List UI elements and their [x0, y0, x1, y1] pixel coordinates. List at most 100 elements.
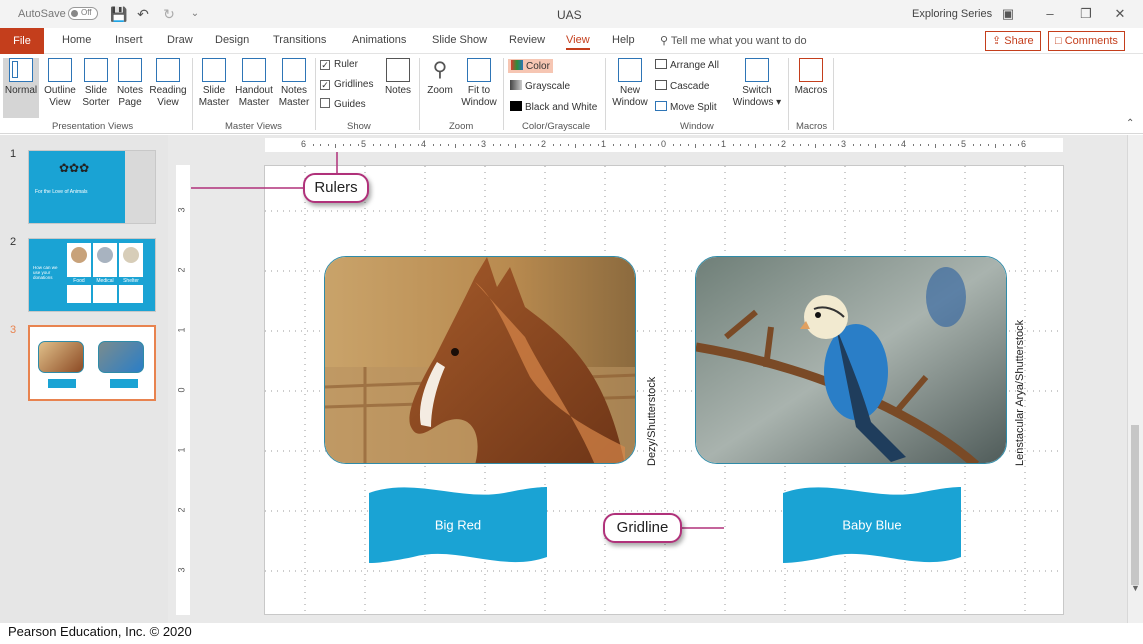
thumb-photo — [123, 247, 139, 263]
ruler-tick-mark — [987, 144, 989, 146]
switch-windows-button[interactable]: Switch Windows ▾ — [732, 58, 782, 109]
scroll-down-icon[interactable]: ▼ — [1131, 583, 1140, 593]
notes-master-button[interactable]: Notes Master — [276, 58, 312, 109]
macros-button[interactable]: Macros — [793, 58, 829, 97]
ruler-tick-mark — [732, 144, 734, 146]
color-button[interactable]: Color — [508, 59, 553, 73]
notes-button[interactable]: Notes — [382, 58, 414, 97]
horse-photo[interactable] — [324, 256, 636, 464]
tab-design[interactable]: Design — [215, 34, 249, 46]
slide-thumbnail-2[interactable]: How can we use your donations Food Medic… — [28, 238, 156, 312]
check-icon: ✓ — [320, 60, 330, 70]
move-split-button[interactable]: Move Split — [655, 101, 717, 113]
ruler-tick-mark — [837, 144, 839, 146]
outline-view-button[interactable]: Outline View — [42, 58, 78, 109]
ruler-tick-mark — [380, 144, 381, 146]
restore-icon[interactable]: ❐ — [1076, 4, 1096, 24]
gridlines-checkbox[interactable]: ✓ Gridlines — [320, 79, 373, 90]
parakeet-photo-credit: Lenstacular Arya/Shutterstock — [1014, 319, 1026, 466]
vertical-ruler[interactable]: 3 2 1 0 1 2 3 — [176, 165, 190, 615]
tab-home[interactable]: Home — [62, 34, 91, 46]
guides-checkbox[interactable]: Guides — [320, 98, 366, 110]
tab-transitions[interactable]: Transitions — [273, 34, 326, 46]
tab-file[interactable]: File — [0, 28, 44, 54]
thumb-title: How can we use your donations — [33, 265, 58, 280]
reading-view-button[interactable]: Reading View — [148, 58, 188, 109]
tab-review[interactable]: Review — [509, 34, 545, 46]
grayscale-swatch-icon — [510, 80, 522, 90]
normal-view-button[interactable]: Normal — [3, 58, 39, 118]
tab-help[interactable]: Help — [612, 34, 635, 46]
tab-draw[interactable]: Draw — [167, 34, 193, 46]
horizontal-ruler[interactable]: 6 5 4 3 2 1 0 1 2 3 4 5 6 — [265, 138, 1063, 152]
customize-toolbar-icon[interactable]: ⌄ — [186, 5, 204, 23]
parakeet-photo[interactable] — [695, 256, 1007, 464]
notes-master-icon — [282, 58, 306, 82]
comments-button[interactable]: □ Comments — [1048, 31, 1125, 51]
ruler-tick-label: 2 — [781, 139, 787, 149]
handout-master-icon — [242, 58, 266, 82]
big-red-banner[interactable]: Big Red — [369, 481, 547, 569]
handout-master-button[interactable]: Handout Master — [232, 58, 276, 109]
new-window-icon — [618, 58, 642, 82]
ribbon-display-icon[interactable]: ▣ — [998, 4, 1018, 24]
close-icon[interactable]: ✕ — [1110, 4, 1130, 24]
thumb-horse-photo — [38, 341, 84, 373]
group-separator — [503, 58, 504, 130]
banner-label-baby-blue: Baby Blue — [842, 517, 902, 533]
slide-number: 2 — [10, 236, 17, 248]
tab-view[interactable]: View — [566, 34, 590, 50]
slide-canvas[interactable]: Dezy/Shutterstock Lenstacular Arya/Shutt… — [264, 165, 1064, 615]
cascade-button[interactable]: Cascade — [655, 80, 709, 92]
ruler-tick-mark — [702, 144, 704, 146]
tab-insert[interactable]: Insert — [115, 34, 143, 46]
macros-icon — [799, 58, 823, 82]
new-window-button[interactable]: New Window — [610, 58, 650, 109]
slide-master-button[interactable]: Slide Master — [197, 58, 231, 109]
zoom-button[interactable]: ⚲ Zoom — [423, 58, 457, 97]
tab-animations[interactable]: Animations — [352, 34, 406, 46]
move-split-label: Move Split — [670, 102, 717, 113]
ruler-tick-mark — [950, 144, 951, 146]
tell-me-box[interactable]: ⚲ Tell me what you want to do — [660, 34, 807, 47]
autosave-label: AutoSave — [18, 8, 66, 20]
fit-to-window-button[interactable]: Fit to Window — [458, 58, 500, 109]
ruler-tick-label: 1 — [176, 447, 187, 453]
tab-slide-show[interactable]: Slide Show — [432, 34, 487, 46]
scrollbar-thumb[interactable] — [1131, 425, 1139, 585]
thumb-side-panel — [125, 151, 155, 223]
ruler-tick-label: 1 — [721, 139, 727, 149]
ruler-tick-mark — [312, 144, 314, 146]
ruler-tick-mark — [695, 144, 696, 148]
save-icon[interactable]: 💾 — [110, 5, 128, 23]
thumb-item: Shelter — [119, 277, 143, 285]
switch-windows-icon — [745, 58, 769, 82]
slide-thumbnail-1[interactable]: ✿✿✿ For the Love of Animals — [28, 150, 156, 224]
magnifier-icon: ⚲ — [428, 58, 452, 82]
ruler-tick-mark — [830, 144, 831, 146]
grayscale-button[interactable]: Grayscale — [510, 80, 570, 92]
baby-blue-banner[interactable]: Baby Blue — [783, 481, 961, 569]
arrange-icon — [655, 59, 667, 69]
share-button[interactable]: ⇪ Share — [985, 31, 1041, 51]
notes-page-button[interactable]: Notes Page — [114, 58, 146, 109]
vertical-scrollbar[interactable]: ▼ — [1127, 135, 1143, 623]
slide-sorter-button[interactable]: Slide Sorter — [80, 58, 112, 109]
undo-icon[interactable]: ↶ — [134, 5, 152, 23]
slide-thumbnail-3[interactable] — [28, 325, 156, 401]
arrange-all-button[interactable]: Arrange All — [655, 59, 719, 71]
notes-icon — [386, 58, 410, 82]
black-and-white-button[interactable]: Black and White — [510, 101, 597, 113]
collapse-ribbon-icon[interactable]: ⌃ — [1126, 118, 1134, 129]
ruler-checkbox[interactable]: ✓ Ruler — [320, 59, 358, 70]
redo-icon[interactable]: ↻ — [160, 5, 178, 23]
switch-label: Switch — [742, 85, 772, 96]
ruler-tick-label: 6 — [301, 139, 307, 149]
minimize-icon[interactable]: – — [1040, 4, 1060, 24]
ruler-tick-mark — [357, 144, 359, 146]
banner-label-big-red: Big Red — [434, 517, 482, 533]
ruler-tick-mark — [455, 144, 456, 148]
ruler-tick-mark — [770, 144, 771, 146]
title-bar: AutoSave Off 💾 ↶ ↻ ⌄ UAS Exploring Serie… — [0, 0, 1143, 28]
autosave-toggle[interactable]: Off — [68, 7, 98, 20]
